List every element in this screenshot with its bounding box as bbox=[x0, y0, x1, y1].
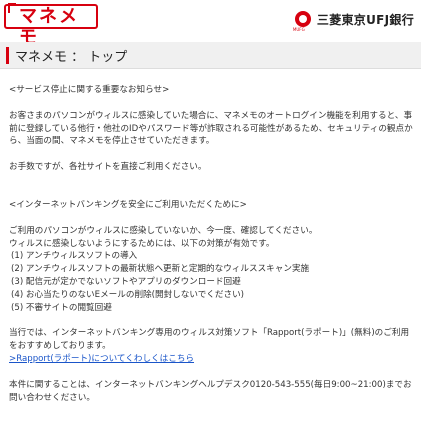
title-accent bbox=[6, 47, 9, 64]
security-list-item: (2) アンチウィルスソフトの最新状態へ更新と定期的なウィルススキャン実施 bbox=[11, 264, 310, 275]
logo-flag-icon bbox=[8, 3, 16, 13]
security-intro-1: ご利用のパソコンがウィルスに感染していないか、今一度、確認してください。 bbox=[9, 225, 318, 236]
security-intro-2: ウィルスに感染しないようにするためには、以下の対策が有効です。 bbox=[9, 238, 275, 249]
bank-brand: MUFG 三菱東京UFJ銀行 bbox=[293, 9, 414, 32]
security-list-item: (5) 不審サイトの閲覧回避 bbox=[11, 302, 112, 313]
rapport-text: 当行では、インターネットバンキング専用のウィルス対策ソフト「Rapport(ラポ… bbox=[9, 328, 410, 352]
bank-name: 三菱東京UFJ銀行 bbox=[316, 12, 414, 27]
page-title: マネメモ ： トップ bbox=[15, 50, 128, 65]
contact-text: 本件に関することは、インターネットバンキングヘルプデスク0120-543-555… bbox=[9, 379, 412, 403]
mufg-logo-icon: MUFG bbox=[293, 11, 311, 32]
rapport-link[interactable]: >Rapport(ラポート)についてくわしくはこちら bbox=[9, 354, 194, 364]
security-heading: <インターネットバンキングを安全にご利用いただくために> bbox=[9, 199, 247, 210]
notice-heading: <サービス停止に関する重要なお知らせ> bbox=[9, 85, 170, 95]
notice-closing: お手数ですが、各社サイトを直接ご利用ください。 bbox=[9, 162, 207, 173]
security-list-item: (1) アンチウィルスソフトの導入 bbox=[11, 251, 138, 262]
page-title-bar: マネメモ ： トップ bbox=[0, 42, 421, 69]
header: マネメモ MUFG 三菱東京UFJ銀行 bbox=[0, 0, 421, 48]
notice-body: お客さまのパソコンがウィルスに感染していた場合に、マネメモのオートログイン機能を… bbox=[9, 110, 413, 147]
main-content: <サービス停止に関する重要なお知らせ> お客さまのパソコンがウィルスに感染してい… bbox=[9, 84, 414, 404]
manememo-logo[interactable]: マネメモ bbox=[4, 3, 98, 48]
security-list-item: (3) 配信元が定かでないソフトやアプリのダウンロード回避 bbox=[11, 276, 241, 287]
security-list-item: (4) お心当たりのないEメールの削除(開封しないでください) bbox=[11, 289, 245, 300]
mufg-logo-text: MUFG bbox=[292, 27, 305, 32]
